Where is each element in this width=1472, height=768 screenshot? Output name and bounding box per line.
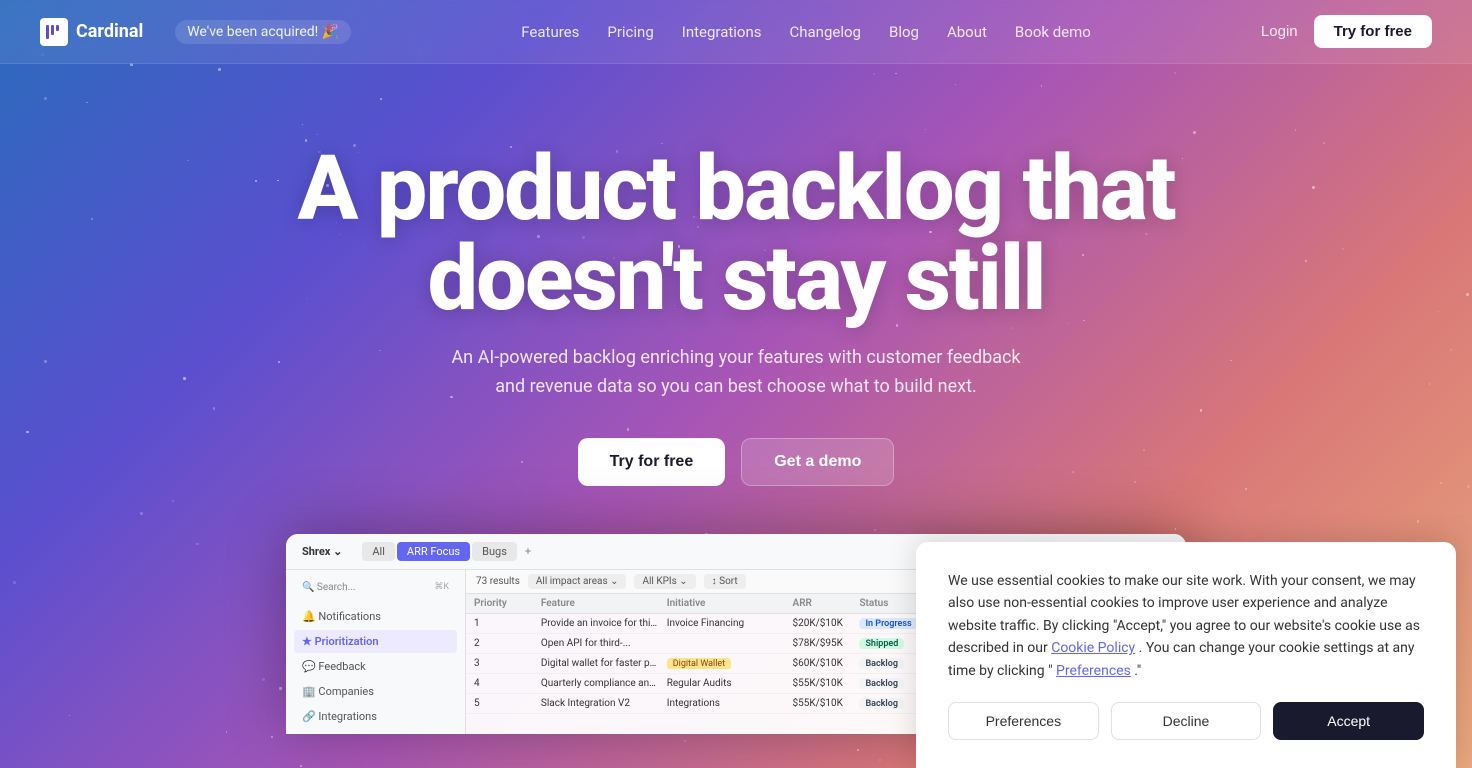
nav-link-blog[interactable]: Blog — [889, 23, 919, 41]
nav-announcement: We've been acquired! 🎉 — [175, 20, 351, 44]
logo-text: Cardinal — [76, 21, 143, 42]
nav-link-features[interactable]: Features — [521, 23, 579, 41]
cookie-buttons: Preferences Decline Accept — [948, 702, 1424, 740]
nav-link-pricing[interactable]: Pricing — [607, 23, 653, 41]
nav-link-changelog[interactable]: Changelog — [790, 23, 861, 41]
sidebar-item-companies[interactable]: 🏢 Companies — [294, 680, 457, 703]
hero-title: A product backlog that doesn't stay stil… — [40, 144, 1432, 324]
sidebar-item-feedback[interactable]: 💬 Feedback — [294, 655, 457, 678]
login-button[interactable]: Login — [1261, 23, 1298, 40]
dashboard-tabs: All ARR Focus Bugs + — [362, 542, 537, 561]
dashboard-sidebar: 🔍 Search... ⌘K 🔔 Notifications ★ Priorit… — [286, 570, 466, 734]
hero-try-free-button[interactable]: Try for free — [578, 438, 726, 486]
sidebar-item-integrations[interactable]: 🔗 Integrations — [294, 705, 457, 728]
cookie-decline-button[interactable]: Decline — [1111, 702, 1262, 740]
dash-tab-bugs[interactable]: Bugs — [472, 542, 517, 561]
logo[interactable]: Cardinal — [40, 18, 143, 46]
dash-tab-arr-focus[interactable]: ARR Focus — [397, 542, 470, 561]
cookie-preferences-button[interactable]: Preferences — [948, 702, 1099, 740]
hero-get-demo-button[interactable]: Get a demo — [741, 438, 894, 486]
cookie-policy-link[interactable]: Cookie Policy — [1051, 640, 1135, 656]
sidebar-item-notifications[interactable]: 🔔 Notifications — [294, 605, 457, 628]
hero-cta-buttons: Try for free Get a demo — [40, 438, 1432, 486]
nav-actions: Login Try for free — [1261, 15, 1432, 48]
logo-icon — [40, 18, 68, 46]
navbar: Cardinal We've been acquired! 🎉 Features… — [0, 0, 1472, 64]
cookie-preferences-inline-link[interactable]: Preferences — [1056, 663, 1131, 679]
sidebar-item-invite[interactable]: 👥 Invite members — [294, 730, 457, 734]
nav-link-book-demo[interactable]: Book demo — [1015, 23, 1091, 41]
dash-tab-all[interactable]: All — [362, 542, 395, 561]
sidebar-item-prioritization[interactable]: ★ Prioritization — [294, 630, 457, 653]
nav-link-about[interactable]: About — [947, 23, 987, 41]
nav-links: Features Pricing Integrations Changelog … — [521, 23, 1091, 41]
nav-try-free-button[interactable]: Try for free — [1314, 15, 1432, 48]
cookie-accept-button[interactable]: Accept — [1273, 702, 1424, 740]
cookie-text: We use essential cookies to make our sit… — [948, 570, 1424, 682]
hero-section: A product backlog that doesn't stay stil… — [0, 64, 1472, 486]
cookie-banner: We use essential cookies to make our sit… — [916, 542, 1456, 768]
nav-link-integrations[interactable]: Integrations — [682, 23, 762, 41]
hero-subtitle: An AI-powered backlog enriching your fea… — [436, 344, 1036, 402]
